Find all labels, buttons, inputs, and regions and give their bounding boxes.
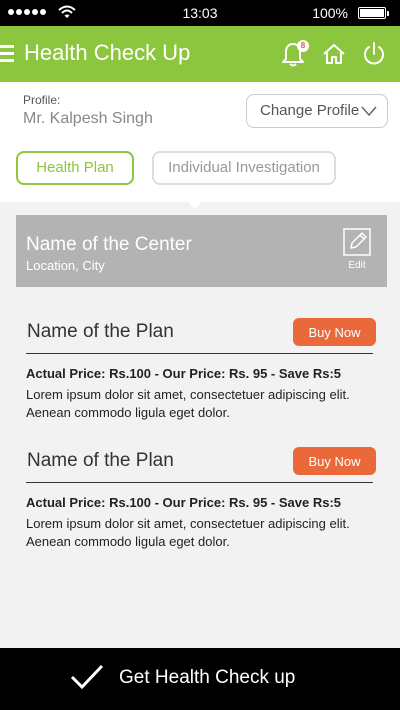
price-line: Actual Price: Rs.100 - Our Price: Rs. 95… (26, 366, 342, 381)
app-title: Health Check Up (24, 40, 191, 65)
edit-label: Edit (348, 260, 366, 271)
checkmark-icon (70, 664, 104, 690)
plan-name: Name of the Plan (27, 450, 174, 471)
app-header: Health Check Up 8 (0, 26, 400, 82)
tab-pointer (186, 200, 204, 209)
battery-percent: 100% (312, 5, 348, 21)
buy-now-button[interactable]: Buy Now (293, 447, 376, 475)
home-icon[interactable] (322, 42, 346, 66)
power-icon[interactable] (362, 41, 386, 67)
plan-divider (26, 482, 373, 483)
profile-name: Mr. Kalpesh Singh (23, 110, 153, 127)
status-bar: 13:03 100% (0, 0, 400, 26)
center-name: Name of the Center (26, 234, 192, 255)
edit-button[interactable]: Edit (342, 228, 372, 276)
chevron-down-icon (361, 106, 377, 117)
notification-badge: 8 (297, 40, 309, 52)
tab-individual-investigation[interactable]: Individual Investigation (152, 151, 336, 185)
get-health-check-up-button[interactable]: Get Health Check up (0, 648, 400, 710)
profile-section: Profile: Mr. Kalpesh Singh Change Profil… (0, 82, 400, 202)
buy-now-button[interactable]: Buy Now (293, 318, 376, 346)
battery-icon (358, 7, 389, 19)
price-line: Actual Price: Rs.100 - Our Price: Rs. 95… (26, 495, 342, 510)
tab-health-plan[interactable]: Health Plan (16, 151, 134, 185)
edit-icon (343, 228, 371, 256)
profile-label: Profile: (23, 93, 61, 107)
get-health-check-up-label: Get Health Check up (119, 667, 296, 688)
plan-description: Lorem ipsum dolor sit amet, consectetuer… (26, 516, 350, 549)
center-card: Name of the Center Location, City Edit (16, 215, 387, 287)
change-profile-label: Change Profile (260, 102, 360, 119)
plan-name: Name of the Plan (27, 321, 174, 342)
plan-description: Lorem ipsum dolor sit amet, consectetuer… (26, 387, 350, 420)
menu-icon[interactable] (0, 45, 14, 62)
center-location: Location, City (26, 258, 105, 273)
plan-divider (26, 353, 373, 354)
change-profile-dropdown[interactable]: Change Profile (246, 94, 388, 128)
